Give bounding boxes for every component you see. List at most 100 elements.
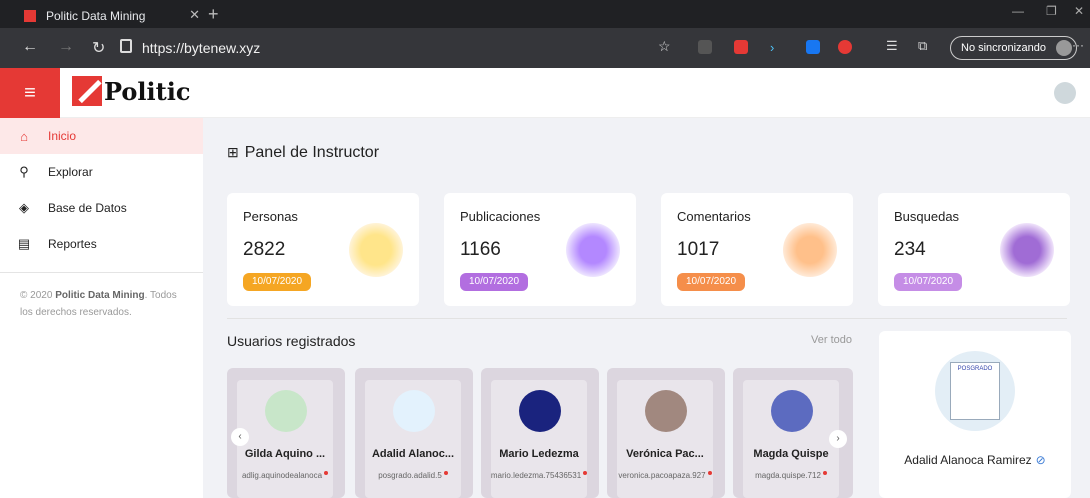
home-icon: ⌂ [20,128,28,144]
user-avatar[interactable] [1054,82,1076,104]
user-name: Verónica Pac... [626,448,704,460]
logo-text: Politic [104,76,191,106]
status-dot-icon [443,471,448,475]
sidebar: ⌂ Inicio ⚲ Explorar ◈ Base de Datos ▤ Re… [0,118,203,498]
user-handle-text: adlig.aquinodealanoca [241,471,323,480]
window-close-icon[interactable]: ✕ [1074,4,1084,18]
more-options-icon[interactable]: ··· [1072,38,1084,52]
search-icon: ⚲ [19,164,29,179]
app-logo[interactable]: Politic [72,76,190,106]
grid-icon: ⊞ [227,144,239,160]
avatar [771,390,813,432]
stat-card-busquedas[interactable]: Busquedas 234 10/07/2020 [878,193,1070,306]
hamburger-menu-button[interactable]: ≡ [0,68,60,118]
poster-image: POSGRADO [950,362,1000,420]
profile-name: Adalid Alanoca Ramirez ⊘ [879,453,1071,467]
copyright-brand: Politic Data Mining [55,290,145,301]
site-favicon-icon [24,10,36,22]
user-name: Gilda Aquino ... [244,448,326,460]
user-name: Adalid Alanoc... [371,448,455,460]
stat-value: 1166 [460,239,501,260]
profile-name-text: Adalid Alanoca Ramirez [904,453,1032,467]
sidebar-item-label: Inicio [48,129,77,143]
verified-check-icon: ⊘ [1035,453,1046,467]
user-handle-text: magda.quispe.712 [755,471,821,480]
lock-icon [120,39,132,53]
politic-logo-icon [72,76,102,106]
profile-card[interactable]: POSGRADO Adalid Alanoca Ramirez ⊘ [879,331,1071,498]
new-tab-icon[interactable]: + [208,4,219,25]
status-dot-icon [707,471,712,475]
user-card-inner: Magda Quispe magda.quispe.712 [743,380,839,498]
sidebar-item-inicio[interactable]: ⌂ Inicio [0,118,203,154]
copyright-year: © 2020 [20,290,53,301]
carousel-prev-button[interactable]: ‹ [231,428,249,446]
layers-icon: ◈ [19,200,29,215]
extension-icon[interactable] [698,40,712,54]
user-handle: veronica.pacoapaza.927 [611,471,719,480]
view-all-link[interactable]: Ver todo [811,334,852,346]
user-card-inner: Mario Ledezma mario.ledezma.75436531 [491,380,588,498]
back-icon[interactable]: ← [22,38,38,56]
stat-date-badge: 10/07/2020 [677,273,746,291]
stat-label: Publicaciones [460,209,541,224]
favorites-list-icon[interactable]: ☰ [886,38,898,54]
app-header: ≡ Politic [0,68,1090,118]
close-tab-icon[interactable]: ✕ [189,7,200,23]
facebook-extension-icon[interactable] [806,40,820,54]
minimize-icon[interactable]: — [1012,4,1024,18]
avatar [519,390,561,432]
carousel-next-button[interactable]: › [829,430,847,448]
profile-avatar: POSGRADO [935,351,1015,431]
refresh-icon[interactable]: ↻ [92,38,105,58]
stat-date-badge: 10/07/2020 [243,273,312,291]
stat-card-comentarios[interactable]: Comentarios 1017 10/07/2020 [661,193,853,306]
user-handle: adlig.aquinodealanoca [231,471,339,480]
status-dot-icon [324,471,329,475]
favorite-star-icon[interactable]: ☆ [658,38,671,55]
copyright-text: © 2020 Politic Data Mining. Todos los de… [0,287,203,321]
status-dot-icon [822,471,827,475]
profile-avatar-icon [1056,40,1072,56]
clipboard-icon: ▤ [17,236,31,251]
sync-label: No sincronizando [961,42,1046,54]
sync-button[interactable]: No sincronizando [950,36,1077,60]
avatar [645,390,687,432]
sidebar-item-explorar[interactable]: ⚲ Explorar [0,154,203,190]
collections-icon[interactable]: ⧉ [918,38,927,54]
tab-title: Politic Data Mining [46,9,146,23]
stat-value: 2822 [243,239,286,260]
stat-card-personas[interactable]: Personas 2822 10/07/2020 [227,193,419,306]
section-divider [227,318,1067,319]
stat-date-badge: 10/07/2020 [894,273,963,291]
stat-label: Comentarios [677,209,751,224]
user-card-inner: Gilda Aquino ... adlig.aquinodealanoca [237,380,333,498]
user-card[interactable]: Adalid Alanoc... posgrado.adalid.5 [355,368,473,498]
sidebar-item-label: Reportes [48,237,97,251]
avatar [393,390,435,432]
chevron-extension-icon[interactable]: › [770,40,784,55]
page-title-text: Panel de Instructor [244,144,380,161]
stat-card-publicaciones[interactable]: Publicaciones 1166 10/07/2020 [444,193,636,306]
user-handle: posgrado.adalid.5 [359,471,467,480]
politic-extension-icon[interactable] [734,40,748,54]
user-card[interactable]: Verónica Pac... veronica.pacoapaza.927 [607,368,725,498]
sidebar-item-base-de-datos[interactable]: ◈ Base de Datos [0,190,203,226]
user-card[interactable]: Mario Ledezma mario.ledezma.75436531 [481,368,599,498]
address-bar: ← → ↻ https://bytenew.xyz ☆ › ☰ ⧉ No sin… [0,28,1090,68]
maximize-icon[interactable]: ❐ [1046,4,1057,18]
user-name: Mario Ledezma [499,448,579,460]
browser-tab[interactable]: Politic Data Mining ✕ [14,4,202,28]
user-handle: mario.ledezma.75436531 [485,471,593,480]
record-extension-icon[interactable] [838,40,852,54]
sidebar-item-reportes[interactable]: ▤ Reportes [0,226,203,262]
user-handle-text: mario.ledezma.75436531 [490,471,582,480]
trophy-icon [349,223,403,277]
user-card-inner: Adalid Alanoc... posgrado.adalid.5 [365,380,461,498]
page-title: ⊞ Panel de Instructor [227,144,379,162]
forward-icon[interactable]: → [58,38,74,56]
stat-date-badge: 10/07/2020 [460,273,529,291]
stat-value: 234 [894,239,926,260]
url-field[interactable]: https://bytenew.xyz [142,40,260,56]
main-content: ⊞ Panel de Instructor Personas 2822 10/07… [203,118,1090,498]
